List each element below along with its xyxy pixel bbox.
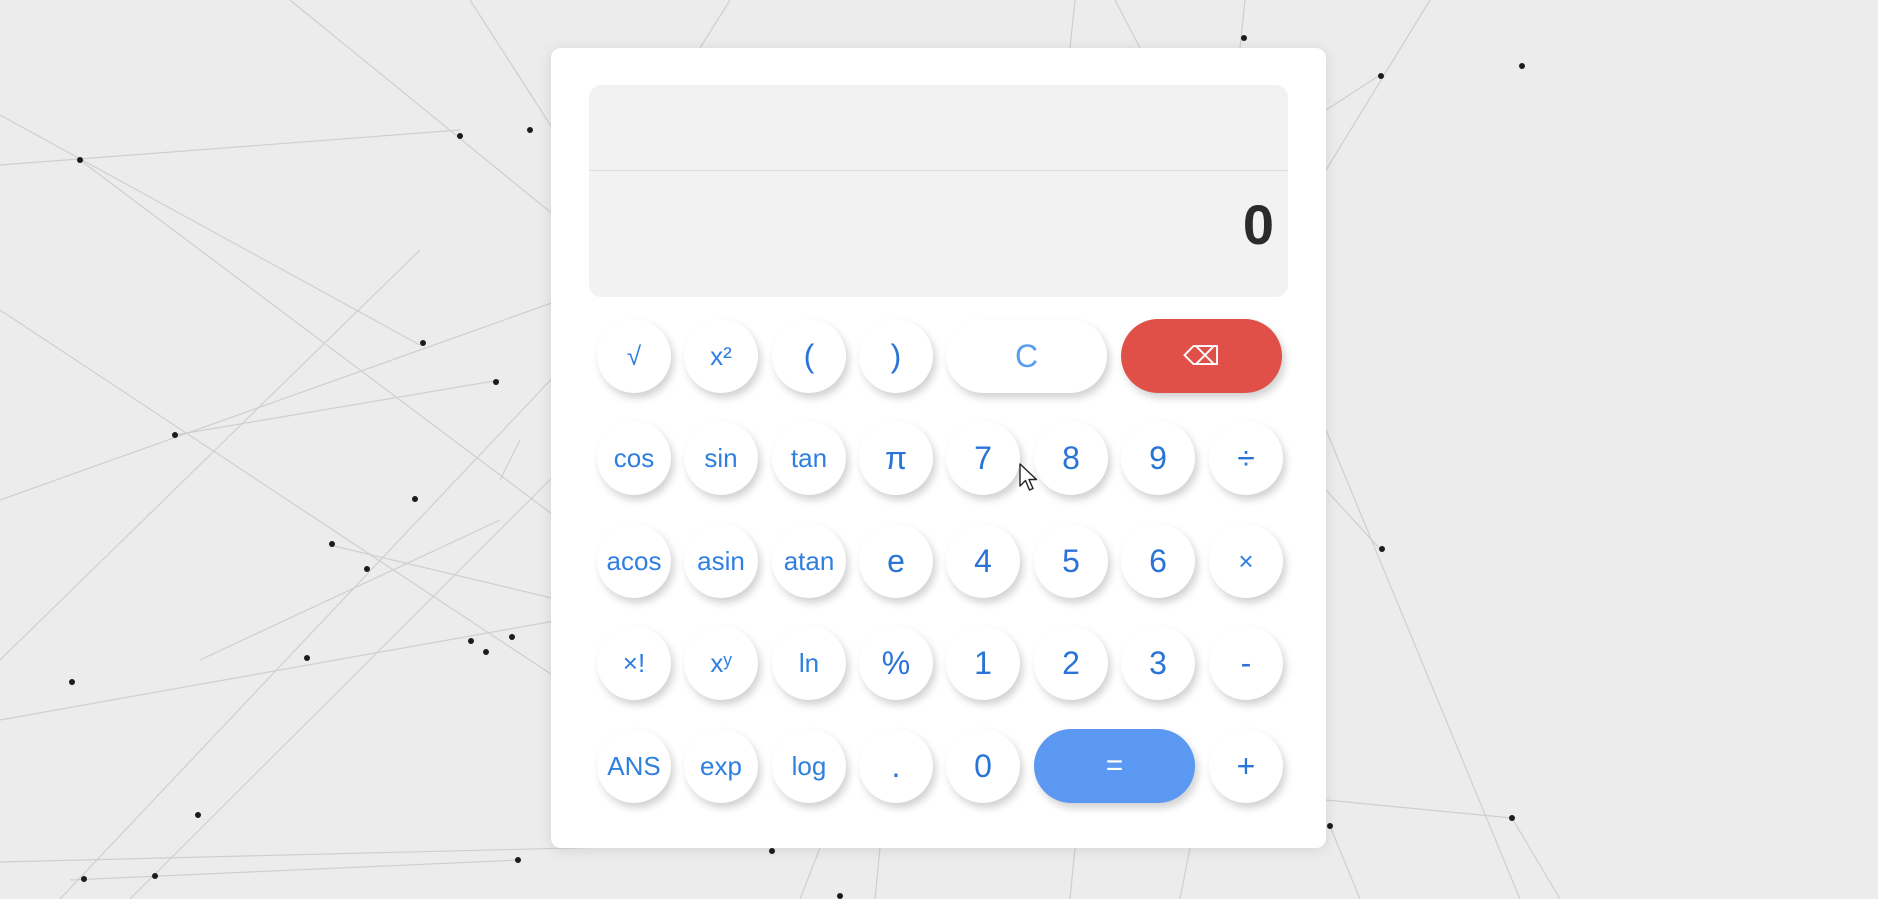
close-paren-button[interactable]: ) [859, 319, 933, 393]
digit-1-button[interactable]: 1 [946, 626, 1020, 700]
decimal-button[interactable]: . [859, 729, 933, 803]
log-button[interactable]: log [772, 729, 846, 803]
digit-2-button[interactable]: 2 [1034, 626, 1108, 700]
ln-button[interactable]: ln [772, 626, 846, 700]
plus-button[interactable]: + [1209, 729, 1283, 803]
digit-9-button[interactable]: 9 [1121, 421, 1195, 495]
clear-button[interactable]: C [946, 319, 1107, 393]
digit-7-button[interactable]: 7 [946, 421, 1020, 495]
pi-button[interactable]: π [859, 421, 933, 495]
power-button[interactable]: xʸ [684, 626, 758, 700]
multiply-button[interactable]: × [1209, 524, 1283, 598]
ans-button[interactable]: ANS [597, 729, 671, 803]
digit-0-button[interactable]: 0 [946, 729, 1020, 803]
tan-button[interactable]: tan [772, 421, 846, 495]
asin-button[interactable]: asin [684, 524, 758, 598]
calculator: 0 √ x² ( ) C ⌫ cos sin tan π 7 8 9 ÷ aco… [551, 48, 1326, 848]
sqrt-button[interactable]: √ [597, 319, 671, 393]
digit-6-button[interactable]: 6 [1121, 524, 1195, 598]
percent-button[interactable]: % [859, 626, 933, 700]
equals-button[interactable]: = [1034, 729, 1195, 803]
atan-button[interactable]: atan [772, 524, 846, 598]
digit-3-button[interactable]: 3 [1121, 626, 1195, 700]
backspace-button[interactable]: ⌫ [1121, 319, 1282, 393]
digit-8-button[interactable]: 8 [1034, 421, 1108, 495]
square-button[interactable]: x² [684, 319, 758, 393]
open-paren-button[interactable]: ( [772, 319, 846, 393]
mouse-pointer-icon [1019, 463, 1038, 491]
digit-5-button[interactable]: 5 [1034, 524, 1108, 598]
result-value: 0 [1242, 193, 1274, 256]
euler-e-button[interactable]: e [859, 524, 933, 598]
expression-history [589, 85, 1288, 171]
cos-button[interactable]: cos [597, 421, 671, 495]
acos-button[interactable]: acos [597, 524, 671, 598]
minus-button[interactable]: - [1209, 626, 1283, 700]
divide-button[interactable]: ÷ [1209, 421, 1283, 495]
exp-button[interactable]: exp [684, 729, 758, 803]
factorial-button[interactable]: ×! [597, 626, 671, 700]
sin-button[interactable]: sin [684, 421, 758, 495]
digit-4-button[interactable]: 4 [946, 524, 1020, 598]
calculator-display: 0 [589, 85, 1288, 297]
